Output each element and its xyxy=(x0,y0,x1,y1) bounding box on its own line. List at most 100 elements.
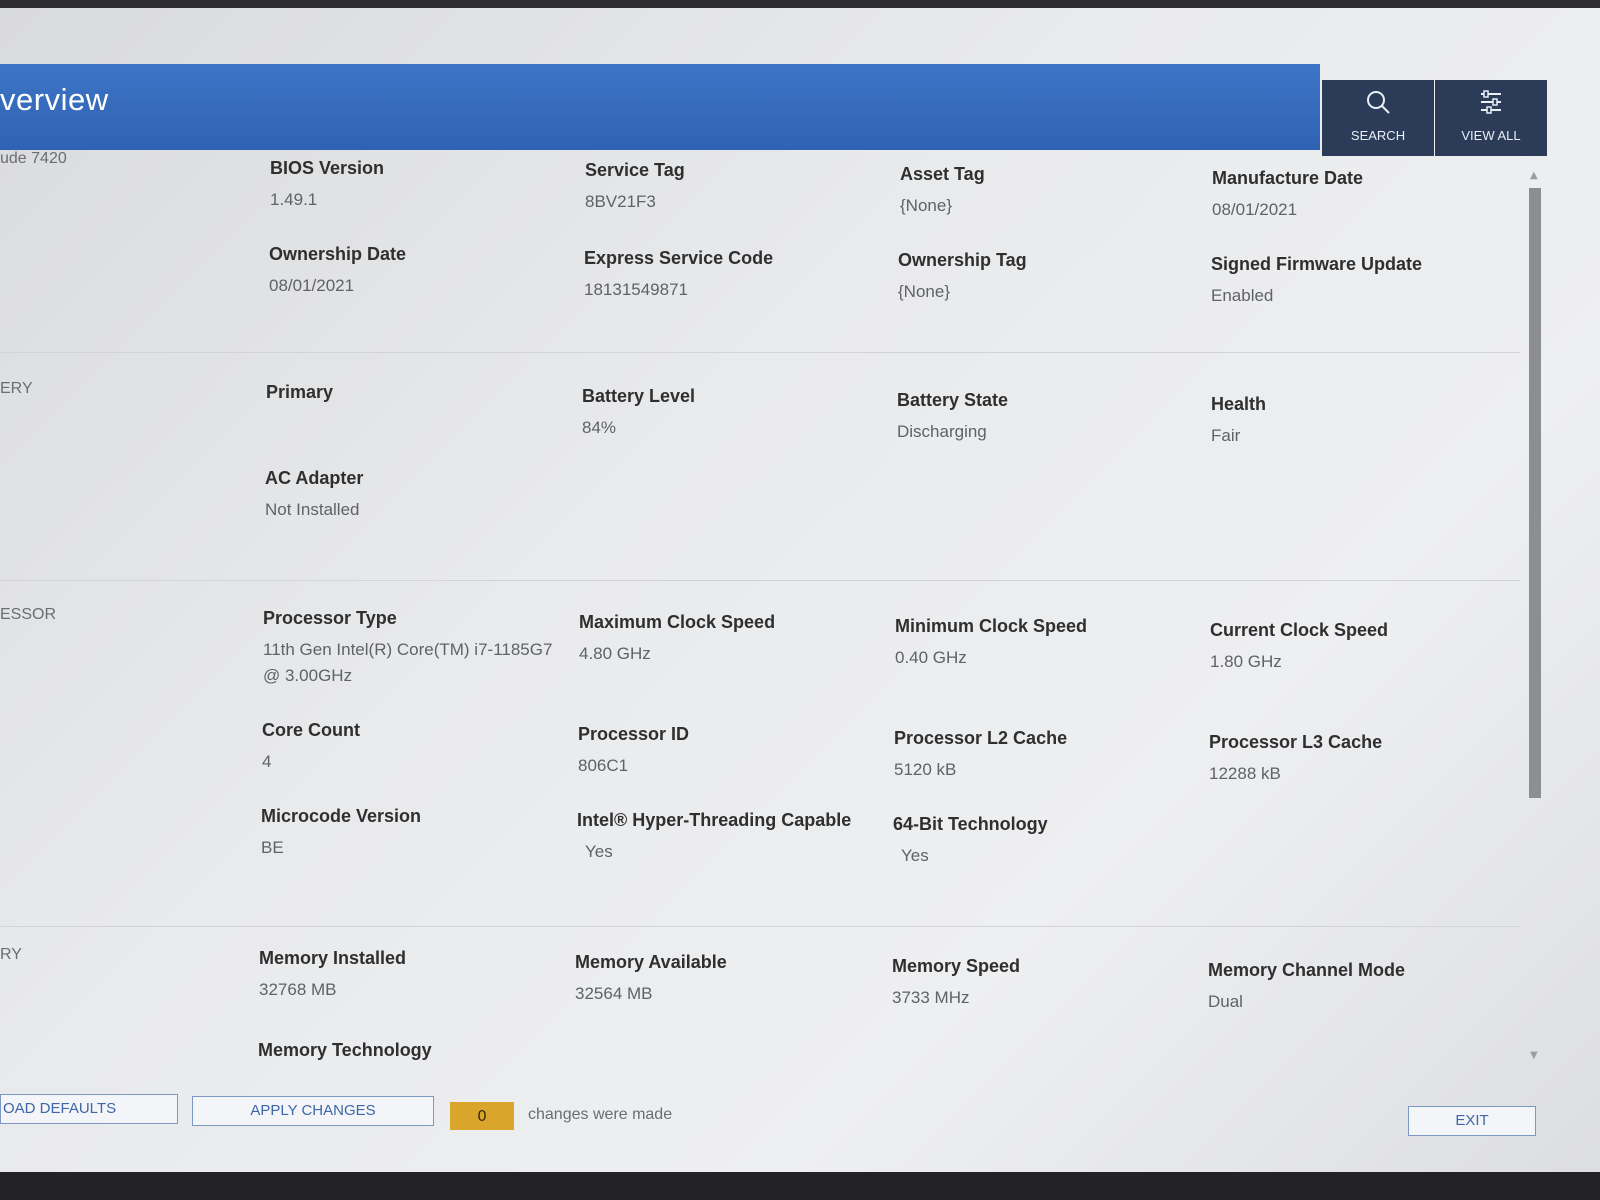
field-value: 0.40 GHz xyxy=(895,648,967,667)
field-bios-version: BIOS Version 1.49.1 xyxy=(270,158,580,213)
field-label: Processor ID xyxy=(578,724,690,744)
field-signed-firmware-update: Signed Firmware Update Enabled xyxy=(1211,254,1520,309)
field-label: Memory Available xyxy=(575,952,727,972)
field-label: AC Adapter xyxy=(265,468,364,488)
field-value: 08/01/2021 xyxy=(1212,200,1298,219)
search-label: SEARCH xyxy=(1350,128,1406,143)
field-value: 1.49.1 xyxy=(270,190,318,209)
scrollbar-thumb[interactable] xyxy=(1529,188,1541,798)
field-battery-state: Battery State Discharging xyxy=(897,390,1207,445)
field-label: Microcode Version xyxy=(261,806,422,826)
field-label: Memory Speed xyxy=(892,956,1021,976)
field-value: 08/01/2021 xyxy=(269,276,355,295)
field-value: Not Installed xyxy=(265,500,360,519)
scroll-down-icon[interactable]: ▼ xyxy=(1530,1050,1538,1061)
field-label: 64-Bit Technology xyxy=(893,814,1048,834)
field-label: Primary xyxy=(266,382,334,402)
section-title: ERY xyxy=(0,380,33,397)
field-value: 4.80 GHz xyxy=(579,644,651,663)
field-label: Core Count xyxy=(262,720,360,740)
field-value: 12288 kB xyxy=(1209,764,1281,783)
scroll-up-icon[interactable]: ▲ xyxy=(1530,170,1538,181)
field-processor-l2-cache: Processor L2 Cache 5120 kB xyxy=(894,728,1204,783)
overview-header: verview xyxy=(0,64,1320,150)
changes-status-text: changes were made xyxy=(528,1106,673,1123)
field-express-service-code: Express Service Code 18131549871 xyxy=(584,248,894,303)
field-memory-speed: Memory Speed 3733 MHz xyxy=(892,956,1202,1011)
load-defaults-button[interactable]: OAD DEFAULTS xyxy=(0,1094,178,1124)
field-label: Ownership Tag xyxy=(898,250,1027,270)
field-value: 8BV21F3 xyxy=(585,192,656,211)
field-value: Discharging xyxy=(897,422,987,441)
field-label: Memory Channel Mode xyxy=(1208,960,1406,980)
field-battery-level: Battery Level 84% xyxy=(582,386,892,441)
field-value: BE xyxy=(261,838,284,857)
search-icon xyxy=(1367,91,1390,114)
field-minimum-clock-speed: Minimum Clock Speed 0.40 GHz xyxy=(895,616,1205,671)
apply-changes-button[interactable]: APPLY CHANGES xyxy=(192,1096,434,1126)
field-label: Battery Level xyxy=(582,386,696,406)
exit-button[interactable]: EXIT xyxy=(1408,1106,1536,1136)
sliders-icon xyxy=(1481,90,1501,114)
field-maximum-clock-speed: Maximum Clock Speed 4.80 GHz xyxy=(579,612,889,667)
field-value: Dual xyxy=(1208,992,1243,1011)
field-hyper-threading-capable: Intel® Hyper-Threading Capable Yes xyxy=(577,810,887,865)
field-label: Memory Technology xyxy=(258,1040,432,1060)
view-all-label: VIEW ALL xyxy=(1461,128,1521,143)
field-ownership-date: Ownership Date 08/01/2021 xyxy=(269,244,579,299)
field-health: Health Fair xyxy=(1211,394,1520,449)
field-microcode-version: Microcode Version BE xyxy=(261,806,571,861)
system-section: ude 7420 BIOS Version 1.49.1 Service Tag… xyxy=(0,150,1520,353)
field-value: 806C1 xyxy=(578,756,629,775)
battery-section: ERY Primary Battery Level 84% Battery St… xyxy=(0,360,1520,581)
field-value: 84% xyxy=(582,418,617,437)
search-button[interactable]: SEARCH xyxy=(1322,80,1434,156)
field-asset-tag: Asset Tag {None} xyxy=(900,164,1210,219)
field-manufacture-date: Manufacture Date 08/01/2021 xyxy=(1212,168,1520,223)
field-64-bit-technology: 64-Bit Technology Yes xyxy=(893,814,1203,869)
field-label: Manufacture Date xyxy=(1212,168,1364,188)
bottom-bezel xyxy=(0,1172,1600,1200)
field-label: Memory Installed xyxy=(259,948,407,968)
top-bezel xyxy=(0,0,1600,8)
vertical-scrollbar[interactable]: ▲ ▼ xyxy=(1525,170,1545,1070)
field-core-count: Core Count 4 xyxy=(262,720,572,775)
page-title: verview xyxy=(0,82,109,117)
field-memory-available: Memory Available 32564 MB xyxy=(575,952,885,1007)
field-label: Current Clock Speed xyxy=(1210,620,1389,640)
field-memory-installed: Memory Installed 32768 MB xyxy=(259,948,569,1003)
section-title: ESSOR xyxy=(0,606,57,623)
field-ac-adapter: AC Adapter Not Installed xyxy=(265,468,575,523)
processor-section: ESSOR Processor Type 11th Gen Intel(R) C… xyxy=(0,590,1520,927)
field-value: Yes xyxy=(585,842,613,861)
field-label: Processor Type xyxy=(263,608,397,628)
field-label: Maximum Clock Speed xyxy=(579,612,776,632)
field-label: Service Tag xyxy=(585,160,685,180)
field-value: Yes xyxy=(901,846,929,865)
overview-content: ude 7420 BIOS Version 1.49.1 Service Tag… xyxy=(0,150,1520,1070)
memory-section: RY Memory Installed 32768 MB Memory Avai… xyxy=(0,936,1520,1070)
field-value: 1.80 GHz xyxy=(1210,652,1282,671)
field-label: Asset Tag xyxy=(900,164,985,184)
field-processor-type: Processor Type 11th Gen Intel(R) Core(TM… xyxy=(263,608,568,689)
section-title: RY xyxy=(0,946,22,963)
field-label: BIOS Version xyxy=(270,158,385,178)
field-value: 5120 kB xyxy=(894,760,957,779)
field-value: {None} xyxy=(900,196,952,215)
field-label: Processor L2 Cache xyxy=(894,728,1068,748)
field-value: 11th Gen Intel(R) Core(TM) i7-1185G7 @ 3… xyxy=(263,640,553,685)
field-value: {None} xyxy=(898,282,950,301)
view-all-button[interactable]: VIEW ALL xyxy=(1435,80,1547,156)
field-primary: Primary xyxy=(266,382,576,411)
field-value: 3733 MHz xyxy=(892,988,970,1007)
field-value: 4 xyxy=(262,752,272,771)
field-current-clock-speed: Current Clock Speed 1.80 GHz xyxy=(1210,620,1520,675)
field-label: Minimum Clock Speed xyxy=(895,616,1088,636)
field-label: Processor L3 Cache xyxy=(1209,732,1383,752)
field-label: Signed Firmware Update xyxy=(1211,254,1423,274)
field-processor-l3-cache: Processor L3 Cache 12288 kB xyxy=(1209,732,1519,787)
field-value: Enabled xyxy=(1211,286,1274,305)
field-label: Intel® Hyper-Threading Capable xyxy=(577,810,852,830)
field-value: Fair xyxy=(1211,426,1241,445)
field-label: Express Service Code xyxy=(584,248,774,268)
